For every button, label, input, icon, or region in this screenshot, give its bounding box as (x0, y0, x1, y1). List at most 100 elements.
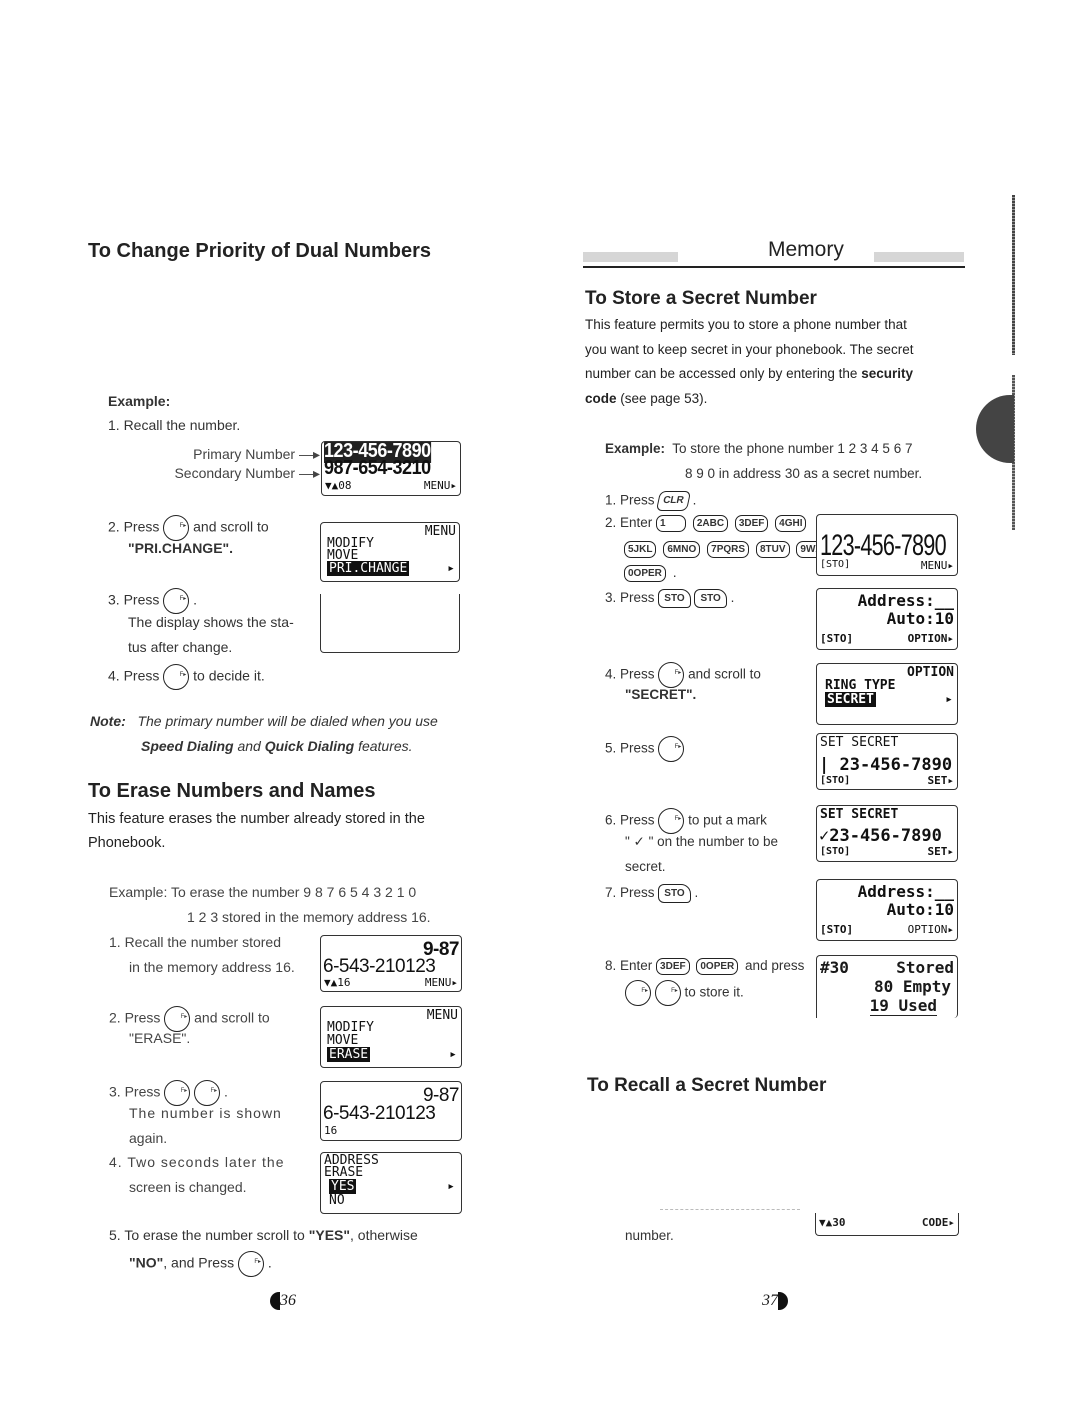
note-end: features. (358, 738, 413, 754)
section-title-recall-secret: To Recall a Secret Number (587, 1075, 827, 1096)
lcd-erase-recall: 9-87 6-543-210123 ▼▲16 MENU▸ (320, 935, 462, 992)
intro-line: This feature permits you to store a phon… (585, 317, 907, 332)
scan-edge-mark (1012, 195, 1015, 355)
function-key-icon (658, 808, 685, 834)
lcd-dual-number: 123-456-7890 987-654-3210 ▼▲08 MENU▸ (321, 441, 461, 496)
lcd-number: | 23-456-7890 (819, 755, 953, 775)
erase-step-1-line2: in the memory address 16. (129, 959, 295, 975)
step-3-pre: 3. Press (605, 590, 655, 606)
step-4-pre: 4. Press (108, 667, 160, 684)
key-8-icon: 8TUV (755, 540, 790, 558)
lcd-auto: Auto:10 (886, 900, 954, 919)
store-secret-intro: This feature permits you to store a phon… (585, 313, 913, 411)
step-3: 3. Press . (108, 588, 197, 614)
section-title-change-priority: To Change Priority of Dual Numbers (88, 240, 431, 262)
lcd-line2: 6-543-210123 (323, 1103, 436, 1124)
erase-step-3-line3: again. (129, 1130, 168, 1146)
store-step-4-target: "SECRET". (625, 687, 697, 702)
nav-key-icon (625, 980, 651, 1006)
example-label: Example: (605, 441, 666, 456)
step-8-line2: to store it. (684, 984, 744, 1000)
store-step-4: 4. Press and scroll to (605, 662, 761, 688)
step-4-post: and scroll to (688, 666, 761, 682)
page-number-right: 37 (762, 1292, 788, 1311)
lcd-empty-count: 80 Empty (873, 977, 951, 996)
lcd-status-left: 16 (324, 1124, 338, 1137)
key-4-icon: 4GHI (775, 515, 807, 532)
store-step-7: 7. Press STO . (605, 884, 698, 903)
erase-step-2: 2. Press and scroll to (109, 1006, 270, 1032)
lcd-menu-header: MENU (424, 524, 456, 539)
lcd-option-no: NO (329, 1193, 345, 1208)
step-2-pre: 2. Enter (605, 515, 653, 531)
clr-key-icon: CLR (656, 491, 691, 511)
store-step-2-row3: 0OPER . (624, 564, 677, 582)
step-2-pre: 2. Press (108, 518, 160, 535)
erase-step-4-line2: screen is changed. (129, 1179, 247, 1195)
function-key-icon (658, 662, 685, 688)
erase-example-line2: 1 2 3 stored in the memory address 16. (187, 909, 431, 925)
lcd-status-right: SET▸ (927, 845, 955, 858)
lcd-status-left: [STO] (820, 632, 854, 645)
key-3-icon: 3DEF (734, 515, 769, 532)
lcd-line2: 6-543-210123 (323, 956, 436, 977)
intro-line4-post: (see page 53). (620, 390, 708, 406)
example-label: Example: (108, 393, 171, 409)
intro-line: you want to keep secret in your phoneboo… (585, 341, 914, 357)
lcd-status-left: [STO] (820, 559, 851, 570)
lcd-set-secret-marked: SET SECRET ✓23-456-7890 [STO] SET▸ (816, 805, 958, 862)
note: Note: The primary number will be dialed … (90, 713, 438, 729)
step-7-pre: 7. Press (605, 885, 655, 901)
note-speed-dialing: Speed Dialing (141, 738, 234, 754)
erase-step-5-line1: 5. To erase the number scroll to "YES", … (109, 1227, 418, 1243)
function-key-icon (163, 515, 190, 541)
lcd-auto: Auto:10 (886, 609, 954, 628)
secondary-number-label: Secondary Number —▸ (174, 465, 320, 481)
store-example-line2: 8 9 0 in address 30 as a secret number. (685, 466, 923, 481)
lcd-stored-summary: #30 Stored 80 Empty 19 Used (816, 955, 958, 1018)
function-key-icon (164, 1006, 191, 1032)
step-5-pre: 5. Press (605, 740, 655, 756)
key-3-icon: 3DEF (656, 958, 690, 975)
lcd-number: ✓23-456-7890 (819, 826, 942, 846)
lcd-status-left: [STO] (820, 775, 851, 786)
erase-step-4-line1: 4. Two seconds later the (109, 1154, 285, 1170)
lcd-menu-item: RING TYPE (825, 678, 896, 693)
step-8-post: and press (745, 958, 805, 974)
function-key-icon (658, 736, 685, 762)
note-line2: Speed Dialing and Quick Dialing features… (141, 738, 413, 754)
lcd-stored: Stored (896, 958, 954, 977)
store-step-2-row2: 5JKL 6MNO 7PQRS 8TUV 9WXYZ (624, 540, 842, 558)
lcd-status-left: ▼▲16 (324, 976, 351, 989)
note-label: Note: (90, 713, 126, 729)
lcd-menu-item: MOVE (327, 1033, 359, 1048)
sto-key-icon: STO (658, 589, 691, 608)
lcd-menu-pri-change: MENU MODIFY MOVE PRI.CHANGE ▸ (320, 522, 460, 582)
erase-step-3: 3. Press . (109, 1080, 228, 1106)
lcd-address-auto-2: Address:__ Auto:10 [STO] OPTION▸ (816, 879, 958, 941)
function-key-icon (164, 1080, 191, 1106)
store-step-8: 8. Enter 3DEF 0OPER and press (605, 958, 804, 975)
lcd-header: SET SECRET (820, 735, 899, 750)
lcd-status-right: MENU▸ (920, 559, 954, 572)
erase-step-3-line2: The number is shown (129, 1105, 282, 1121)
example-text: To store the phone number 1 2 3 4 5 6 7 (672, 441, 913, 456)
chapter-tab-marker (976, 395, 1014, 463)
function-key-icon (654, 980, 681, 1006)
primary-number-label: Primary Number —▸ (193, 446, 320, 462)
section-title-erase: To Erase Numbers and Names (88, 780, 376, 802)
store-step-6: 6. Press to put a mark (605, 808, 767, 834)
lcd-set-secret: SET SECRET | 23-456-7890 [STO] SET▸ (816, 733, 958, 790)
store-step-1: 1. Press CLR . (605, 491, 696, 511)
lcd-used-count: 19 Used (869, 996, 937, 1016)
function-key-icon (163, 588, 190, 614)
lcd-number: 123-456-7890 (820, 529, 947, 562)
page-number-36: 36 (280, 1292, 296, 1309)
intro-line: number can be accessed only by entering … (585, 362, 913, 387)
chapter-header-memory: Memory (768, 238, 844, 261)
lcd-status-left: [STO] (820, 846, 851, 857)
step-2-post: and scroll to (194, 1009, 270, 1026)
lcd-status-right: OPTION▸ (907, 632, 954, 645)
lcd-option-secret: OPTION RING TYPE SECRET ▸ (816, 663, 958, 725)
step-3-line3: tus after change. (128, 639, 233, 655)
